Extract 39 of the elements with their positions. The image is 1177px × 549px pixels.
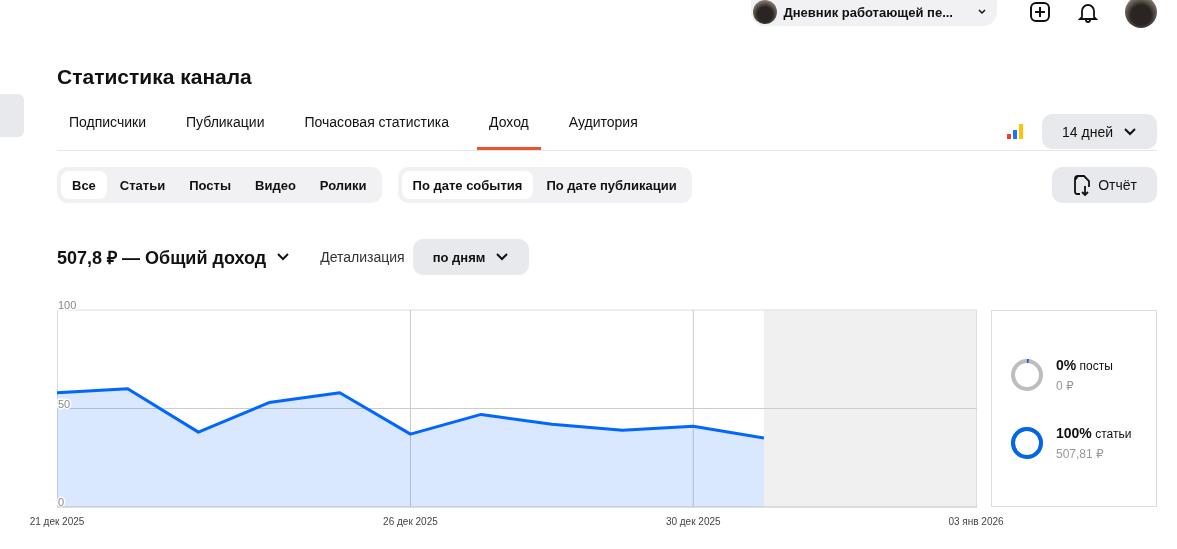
channel-selector[interactable]: Дневник работающей пе... (751, 0, 997, 26)
x-tick-label: 03 янв 2026 (948, 516, 1004, 527)
x-tick-label: 30 дек 2025 (665, 516, 721, 527)
y-tick-label: 50 (58, 397, 71, 410)
report-button[interactable]: Отчёт (1052, 167, 1157, 203)
share-label: 0% посты (1056, 356, 1113, 373)
date-filter[interactable]: По дате события (401, 171, 534, 199)
user-avatar[interactable] (1125, 0, 1157, 28)
type-filter[interactable]: Посты (178, 171, 242, 199)
type-filter[interactable]: Статьи (108, 171, 177, 199)
chevron-down-icon (1123, 126, 1137, 137)
share-amount: 0 ₽ (1056, 378, 1075, 393)
total-revenue-dropdown[interactable]: 507,8 ₽ — Общий доход (57, 245, 291, 269)
chevron-down-icon (495, 252, 510, 262)
document-download-icon (1072, 173, 1093, 197)
x-tick-label: 21 дек 2025 (29, 516, 85, 527)
detail-label: Детализация (320, 249, 405, 265)
y-tick-label: 100 (58, 299, 77, 311)
tab[interactable]: Почасовая статистика (292, 104, 462, 150)
tab[interactable]: Подписчики (57, 104, 158, 150)
bell-icon[interactable] (1077, 1, 1099, 23)
share-label: 100% статьи (1056, 424, 1132, 441)
bar-chart-icon (1006, 122, 1025, 140)
chevron-down-icon (977, 8, 987, 16)
add-icon[interactable] (1029, 1, 1051, 23)
type-filter[interactable]: Видео (244, 171, 307, 199)
share-amount: 507,81 ₽ (1056, 446, 1105, 461)
tab[interactable]: Аудитория (556, 104, 650, 150)
page-title: Статистика канала (57, 65, 253, 90)
tab[interactable]: Доход (477, 104, 541, 150)
chevron-down-icon (276, 252, 291, 262)
detail-dropdown[interactable]: по дням (412, 239, 530, 275)
type-filter[interactable]: Все (61, 171, 107, 199)
period-dropdown[interactable]: 14 дней (1042, 114, 1157, 149)
tab[interactable]: Публикации (174, 104, 277, 150)
type-filter[interactable]: Ролики (308, 171, 378, 199)
x-tick-label: 26 дек 2025 (383, 516, 438, 527)
date-filter[interactable]: По дате публикации (535, 171, 688, 199)
y-tick-label: 0 (58, 496, 65, 508)
